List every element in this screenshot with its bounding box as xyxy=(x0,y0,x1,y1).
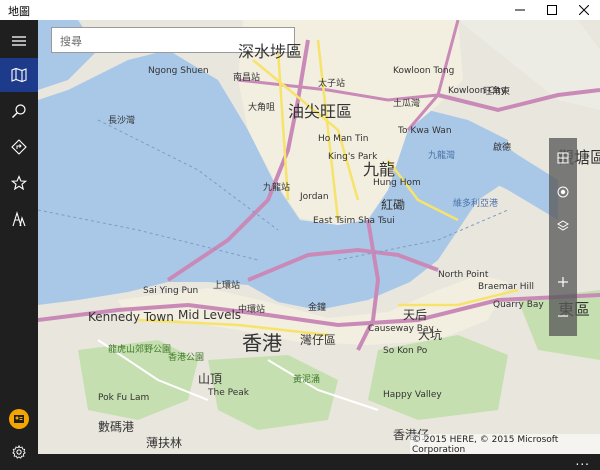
search-icon xyxy=(12,104,26,118)
map-label: East Tsim Sha Tsui xyxy=(313,216,395,226)
map-label: So Kon Po xyxy=(383,346,428,356)
map-icon xyxy=(11,67,27,83)
map-label: 深水埗區 xyxy=(238,42,303,61)
sidebar-item-3d-cities[interactable] xyxy=(0,202,38,236)
minimize-icon xyxy=(515,9,525,11)
sidebar xyxy=(0,20,38,470)
minimize-button[interactable] xyxy=(504,0,536,20)
window-title: 地圖 xyxy=(8,5,30,18)
map-label: Kowloon Tong xyxy=(393,66,455,76)
map-label: Braemar Hill xyxy=(478,282,535,292)
avatar[interactable] xyxy=(9,409,29,429)
more-button[interactable]: ... xyxy=(576,454,590,468)
layers-icon xyxy=(557,220,569,231)
sidebar-item-favorites[interactable] xyxy=(0,166,38,200)
map-label: 維多利亞港 xyxy=(453,199,499,209)
map-label: 灣仔區 xyxy=(300,333,337,347)
show-location-button[interactable] xyxy=(549,176,577,208)
grid-icon xyxy=(557,152,569,164)
copyright-text: © 2015 HERE, © 2015 Microsoft Corporatio… xyxy=(410,434,600,454)
map-label: 香港公園 xyxy=(168,353,205,363)
map-label: 九龍 xyxy=(363,160,396,179)
zoom-in-button[interactable] xyxy=(549,266,577,298)
map-label: 黃泥涌 xyxy=(293,375,321,385)
map-label: 長沙灣 xyxy=(108,116,136,126)
search-placeholder: 搜尋 xyxy=(60,35,82,48)
map-label: Hung Hom xyxy=(373,178,421,188)
location-icon xyxy=(557,186,569,198)
map-label: The Peak xyxy=(208,388,249,398)
title-bar: 地圖 xyxy=(0,0,600,20)
map-label: 旺角東 xyxy=(483,87,511,97)
person-icon xyxy=(14,415,24,423)
map-label: Sai Ying Pun xyxy=(143,286,199,296)
map-label: 中環站 xyxy=(238,305,266,315)
map-label: 金鐘 xyxy=(308,303,327,313)
hamburger-icon xyxy=(12,36,26,46)
minus-icon xyxy=(558,315,568,317)
gear-icon xyxy=(12,445,26,459)
app-window: 地圖 搜尋 深水埗區 Ngong Shuen 南昌站 太子站 Kowloon T… xyxy=(0,0,600,470)
map-label: 大坑 xyxy=(418,328,443,342)
directions-icon xyxy=(11,139,27,155)
map-label: North Point xyxy=(438,270,489,280)
park-5 xyxy=(458,20,600,110)
map-label: 紅磡 xyxy=(381,198,406,212)
zoom-out-button[interactable] xyxy=(549,300,577,332)
plus-icon xyxy=(558,277,568,287)
city-icon xyxy=(12,211,26,227)
map-label: 土瓜灣 xyxy=(393,99,421,109)
map-label: 天后 xyxy=(403,308,428,322)
map-label: 太子站 xyxy=(318,79,346,89)
star-icon xyxy=(11,175,27,191)
map-canvas[interactable]: 搜尋 深水埗區 Ngong Shuen 南昌站 太子站 Kowloon Tong… xyxy=(38,20,600,454)
map-label: 啟德 xyxy=(493,143,512,153)
map-label: 南昌站 xyxy=(233,73,261,83)
layers-button[interactable] xyxy=(549,210,577,242)
settings-button[interactable] xyxy=(0,437,38,467)
map-label: Mid Levels xyxy=(178,308,242,322)
map-label: 九龍站 xyxy=(263,183,291,193)
map-label: To Kwa Wan xyxy=(398,126,452,136)
map-label: 龍虎山郊野公園 xyxy=(108,345,172,355)
sidebar-item-directions[interactable] xyxy=(0,130,38,164)
close-button[interactable] xyxy=(568,0,600,20)
sidebar-item-search[interactable] xyxy=(0,94,38,128)
map-label: Ho Man Tin xyxy=(318,134,369,144)
map-label: Jordan xyxy=(300,192,329,202)
map-label: 大角咀 xyxy=(248,103,276,113)
maximize-button[interactable] xyxy=(536,0,568,20)
sidebar-item-map[interactable] xyxy=(0,58,38,92)
map-label: 九龍灣 xyxy=(428,151,456,161)
map-label: Quarry Bay xyxy=(493,300,544,310)
map-label: 上環站 xyxy=(213,281,241,291)
maximize-icon xyxy=(547,5,557,15)
map-label: 油尖旺區 xyxy=(288,102,353,121)
map-label: 數碼港 xyxy=(98,420,135,434)
close-icon xyxy=(579,5,589,15)
map-view-button[interactable] xyxy=(549,142,577,174)
map-label: 山頂 xyxy=(198,372,223,386)
map-label: 香港 xyxy=(242,331,282,355)
map-label: Happy Valley xyxy=(383,390,442,400)
map-label: Pok Fu Lam xyxy=(98,393,150,403)
map-label: 薄扶林 xyxy=(146,436,183,450)
app-bar: ... xyxy=(38,454,600,470)
map-label: Ngong Shuen xyxy=(148,66,209,76)
map-label: Kennedy Town xyxy=(88,310,174,324)
hamburger-menu-button[interactable] xyxy=(0,24,38,58)
map-controls xyxy=(549,138,577,336)
